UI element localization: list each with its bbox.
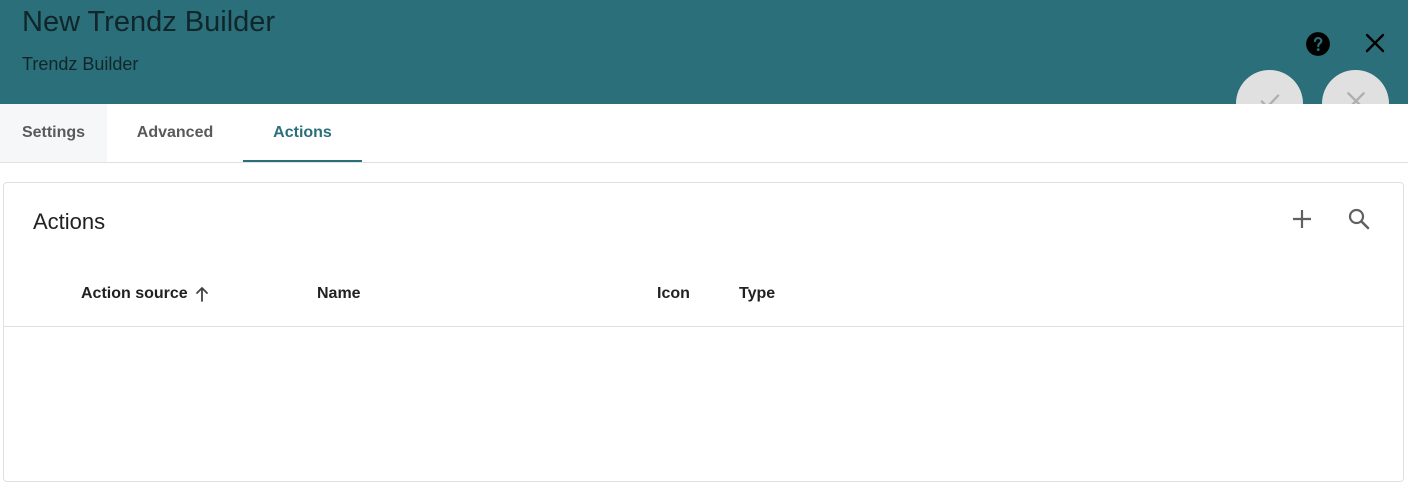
column-label: Type [739,285,776,302]
column-label: Action source [81,285,188,302]
search-icon [1347,207,1371,236]
column-label: Icon [657,285,690,302]
column-header-action-source[interactable]: Action source [81,285,209,303]
tab-actions[interactable]: Actions [243,104,362,162]
plus-icon [1291,208,1313,235]
search-button[interactable] [1345,207,1373,235]
dialog-subtitle: Trendz Builder [22,54,139,74]
tab-bar: Settings Advanced Actions [0,104,1408,163]
table-header: Action source Name Icon Type [4,261,1403,327]
column-header-name[interactable]: Name [317,285,361,303]
help-circle-icon [1305,31,1331,62]
help-button[interactable] [1302,30,1334,62]
tab-settings[interactable]: Settings [0,104,107,162]
column-header-icon[interactable]: Icon [657,285,690,303]
panel-title: Actions [33,209,106,234]
column-header-type[interactable]: Type [739,285,775,303]
dialog-header: New Trendz Builder Trendz Builder [0,0,1408,104]
column-label: Name [317,285,361,302]
tab-advanced[interactable]: Advanced [107,104,243,162]
add-action-button[interactable] [1288,207,1316,235]
active-tab-indicator [243,160,362,162]
close-dialog-button[interactable] [1360,30,1390,60]
sort-ascending-icon [195,286,209,302]
dialog-title: New Trendz Builder [22,6,276,38]
actions-panel: Actions Action source Name Icon Type [3,182,1404,482]
close-icon [1365,33,1385,58]
